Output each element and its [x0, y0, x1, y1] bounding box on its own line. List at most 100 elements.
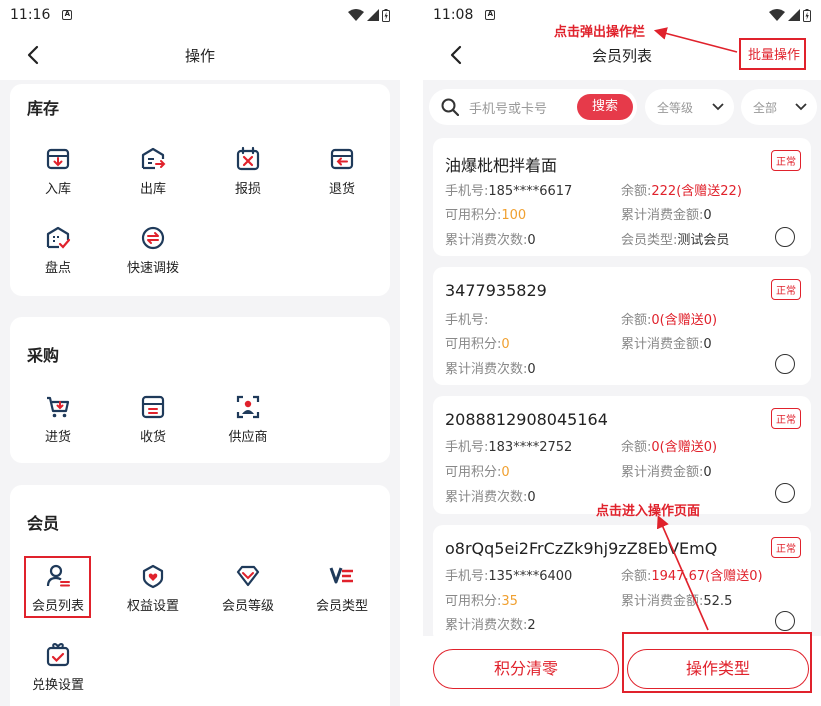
select-radio[interactable] — [775, 227, 795, 247]
chevron-down-icon — [712, 103, 724, 111]
member-level-label: 会员等级 — [221, 599, 274, 614]
section-title-inventory: 库存 — [27, 99, 60, 118]
transfer-item[interactable]: 快速调拨 — [113, 225, 193, 276]
total-count-row: 累计消费次数:0 — [445, 490, 536, 505]
receive-icon — [141, 395, 165, 419]
annotation-batch-hint: 点击弹出操作栏 — [554, 25, 646, 40]
battery-icon — [382, 8, 390, 22]
benefits-item[interactable]: 权益设置 — [113, 563, 193, 614]
benefits-icon — [142, 564, 164, 589]
member-name: 2088812908045164 — [445, 410, 608, 429]
search-icon — [441, 98, 459, 116]
status-time: 11:08 — [433, 7, 474, 23]
member-card-2[interactable]: 3477935829 正常 手机号: 余额:0(含赠送0) 可用积分:0 累计消… — [433, 267, 811, 385]
level-filter-value: 全等级 — [657, 100, 694, 115]
search-input[interactable]: 手机号或卡号 — [469, 98, 547, 117]
signal-icon — [367, 9, 379, 21]
outbound-label: 出库 — [139, 182, 166, 197]
search-button[interactable]: 搜索 — [577, 94, 633, 120]
highlight-member-list — [24, 556, 91, 618]
diamond-icon — [236, 565, 260, 587]
back-arrow-icon[interactable] — [22, 43, 46, 67]
balance-row: 余额:1947.67(含赠送0) — [621, 569, 763, 584]
system-icons — [348, 8, 390, 22]
phone-row: 手机号:183****2752 — [445, 440, 573, 455]
all-filter[interactable]: 全部 — [741, 89, 817, 125]
transfer-icon — [141, 226, 165, 250]
member-card-1[interactable]: 油爆枇杷拌着面 正常 手机号:185****6617 余额:222(含赠送22)… — [433, 138, 811, 256]
member-type-item[interactable]: 会员类型 — [302, 563, 382, 614]
stocktake-item[interactable]: 盘点 — [18, 225, 98, 276]
section-title-member: 会员 — [27, 514, 60, 533]
exchange-setting-label: 兑换设置 — [31, 678, 84, 693]
member-name: 油爆枇杷拌着面 — [445, 156, 558, 175]
member-type-row: 会员类型:测试会员 — [621, 233, 730, 248]
points-row: 可用积分:100 — [445, 208, 527, 223]
damage-label: 报损 — [234, 182, 261, 197]
inventory-card: 库存 入库 出库 报损 退货 盘点 快速调拨 — [10, 84, 390, 296]
notification-icon: A — [62, 10, 73, 20]
transfer-label: 快速调拨 — [126, 261, 179, 276]
member-card-3[interactable]: 2088812908045164 正常 手机号:183****2752 余额:0… — [433, 396, 811, 514]
back-arrow-icon[interactable] — [445, 43, 469, 67]
status-time: 11:16 — [10, 7, 51, 23]
stocktake-icon — [46, 226, 71, 249]
screen-divider — [400, 0, 423, 706]
damage-calendar-icon — [236, 146, 260, 171]
purchase-card: 采购 进货 收货 供应商 — [10, 317, 390, 463]
page-title: 会员列表 — [591, 46, 652, 65]
receive-item[interactable]: 收货 — [113, 394, 193, 445]
select-radio[interactable] — [775, 483, 795, 503]
balance-row: 余额:0(含赠送0) — [621, 313, 718, 328]
points-row: 可用积分:0 — [445, 337, 510, 352]
total-amount-row: 累计消费金额:0 — [621, 465, 712, 480]
purchase-in-item[interactable]: 进货 — [18, 394, 98, 445]
return-item[interactable]: 退货 — [302, 146, 382, 197]
phone-row: 手机号:185****6617 — [445, 184, 573, 199]
member-card-4[interactable]: o8rQq5ei2FrCzZk9hj9zZ8EbVEmQ 正常 手机号:135*… — [433, 525, 811, 643]
select-radio[interactable] — [775, 354, 795, 374]
supplier-icon — [236, 395, 260, 419]
total-amount-row: 累计消费金额:52.5 — [621, 594, 733, 609]
total-count-row: 累计消费次数:0 — [445, 233, 536, 248]
member-level-item[interactable]: 会员等级 — [208, 563, 288, 614]
balance-row: 余额:222(含赠送22) — [621, 184, 742, 199]
status-badge: 正常 — [771, 408, 801, 429]
annotation-enter-hint: 点击进入操作页面 — [596, 504, 701, 519]
total-count-row: 累计消费次数:0 — [445, 362, 536, 377]
chevron-down-icon — [795, 103, 807, 111]
benefits-label: 权益设置 — [126, 599, 179, 614]
outbound-item[interactable]: 出库 — [113, 146, 193, 197]
inbound-item[interactable]: 入库 — [18, 146, 98, 197]
supplier-label: 供应商 — [228, 430, 268, 445]
signal-icon — [788, 9, 800, 21]
page-title: 操作 — [184, 46, 215, 65]
phone-row: 手机号:135****6400 — [445, 569, 573, 584]
damage-item[interactable]: 报损 — [208, 146, 288, 197]
all-filter-value: 全部 — [753, 100, 778, 115]
exchange-setting-item[interactable]: 兑换设置 — [18, 642, 98, 693]
cart-icon — [47, 396, 70, 418]
section-title-purchase: 采购 — [27, 346, 60, 365]
member-type-label: 会员类型 — [315, 599, 368, 614]
total-amount-row: 累计消费金额:0 — [621, 208, 712, 223]
select-radio[interactable] — [775, 611, 795, 631]
phone-row: 手机号: — [445, 313, 489, 328]
level-filter[interactable]: 全等级 — [645, 89, 734, 125]
supplier-item[interactable]: 供应商 — [208, 394, 288, 445]
operations-screen: 11:16 A 操作 库存 入库 出库 报损 退货 盘点 快速调拨 采购 进货 … — [0, 0, 400, 706]
total-amount-row: 累计消费金额:0 — [621, 337, 712, 352]
clear-points-button[interactable]: 积分清零 — [433, 649, 619, 689]
highlight-operation-type — [622, 632, 812, 693]
inbound-box-icon — [46, 148, 70, 170]
inbound-label: 入库 — [44, 182, 71, 197]
status-bar: 11:16 A — [0, 0, 400, 30]
outbound-box-icon — [141, 147, 166, 170]
notification-icon: A — [485, 10, 496, 20]
total-count-row: 累计消费次数:2 — [445, 618, 536, 633]
balance-row: 余额:0(含赠送0) — [621, 440, 718, 455]
search-bar[interactable]: 手机号或卡号 搜索 — [429, 89, 637, 125]
purchase-in-label: 进货 — [44, 430, 71, 445]
points-row: 可用积分:0 — [445, 465, 510, 480]
return-label: 退货 — [328, 182, 355, 197]
